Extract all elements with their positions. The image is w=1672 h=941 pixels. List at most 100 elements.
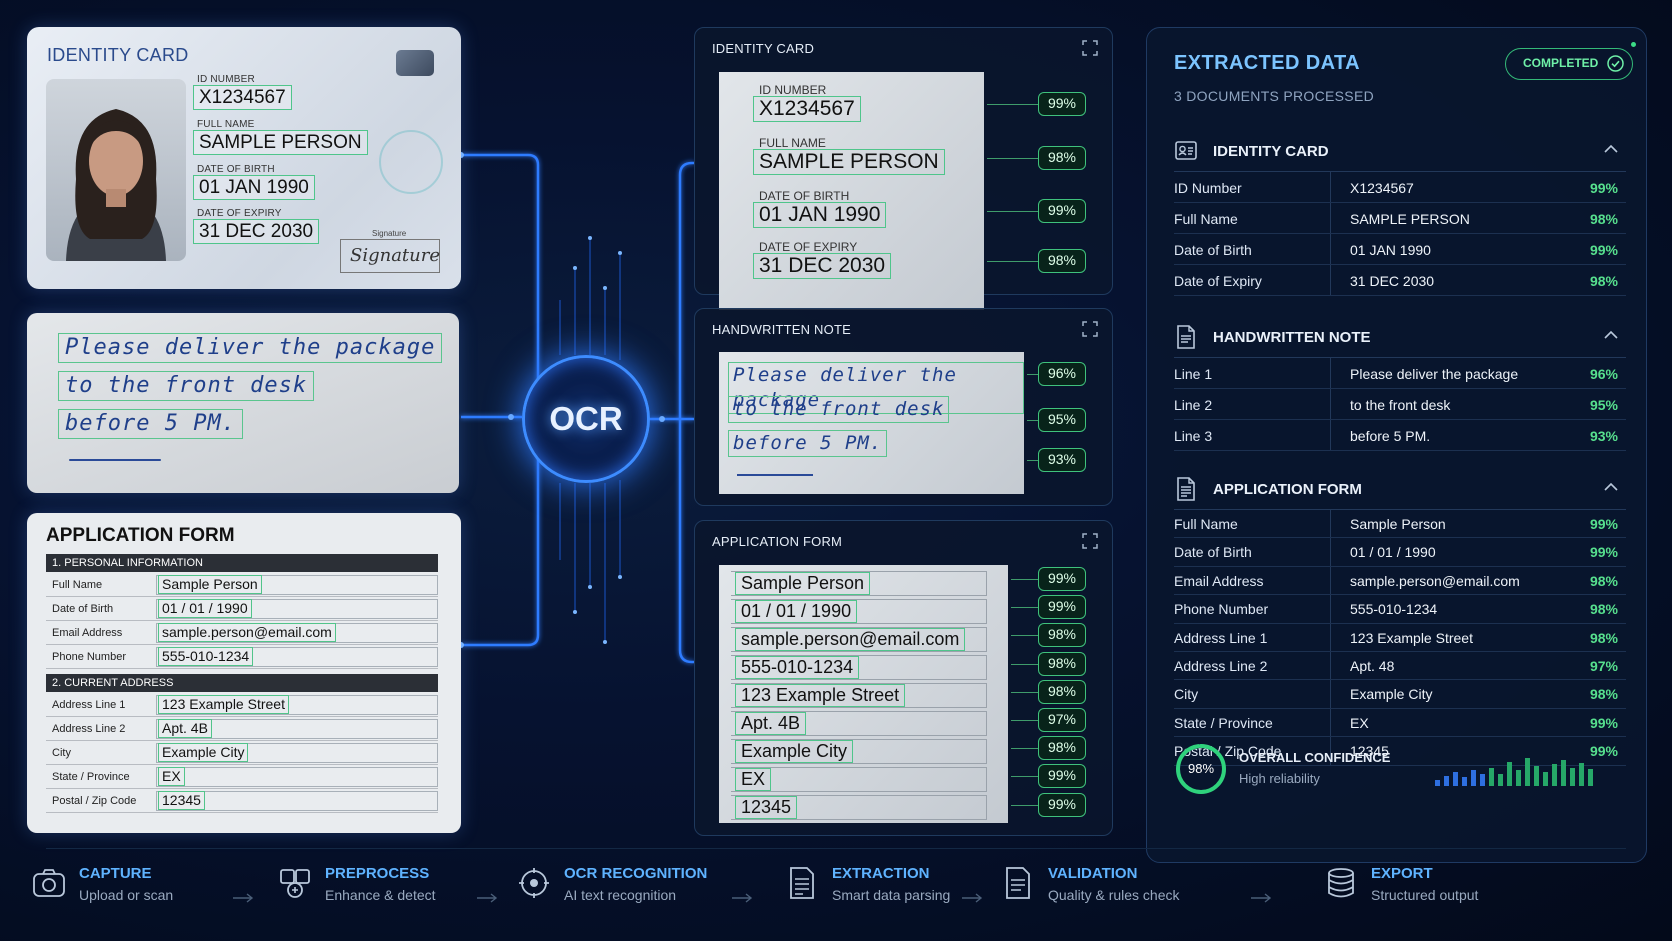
arrow-right-icon — [732, 893, 753, 903]
step-desc: Enhance & detect — [325, 887, 436, 903]
pipeline-step-export[interactable]: EXPORT Structured output — [1324, 862, 1524, 922]
field-confidence: 99% — [1589, 714, 1618, 731]
field-key: City — [1174, 686, 1199, 703]
ocr-icon — [519, 868, 549, 898]
expand-icon[interactable] — [1082, 40, 1098, 56]
note-underline — [69, 459, 161, 461]
field-key: Date of Birth — [1174, 544, 1252, 561]
field-key: Line 2 — [1174, 397, 1213, 413]
field-key: Address Line 2 — [1174, 658, 1268, 674]
status-text: COMPLETED — [1523, 56, 1599, 70]
confidence-connector — [1011, 804, 1038, 806]
confidence-badge: 98% — [1038, 249, 1086, 273]
field-confidence: 99% — [1589, 180, 1618, 196]
data-row: Address Line 2 Apt. 48 97% — [1174, 652, 1626, 681]
crop-label: ID NUMBER — [759, 83, 827, 97]
field-confidence: 93% — [1589, 428, 1618, 444]
status-badge: COMPLETED — [1505, 48, 1633, 80]
field-key: Date of Expiry — [1174, 273, 1262, 289]
confidence-badge: 99% — [1038, 792, 1086, 817]
section-header[interactable]: IDENTITY CARD — [1174, 132, 1626, 172]
data-row: ID Number X1234567 99% — [1174, 172, 1626, 203]
panel-handwritten-note: HANDWRITTEN NOTE Please deliver the pack… — [694, 308, 1113, 506]
confidence-connector — [1011, 607, 1038, 609]
pipeline-step-extraction[interactable]: EXTRACTION Smart data parsing — [785, 862, 985, 922]
step-desc: Quality & rules check — [1048, 887, 1180, 903]
data-row: Full Name SAMPLE PERSON 98% — [1174, 203, 1626, 234]
chevron-up-icon[interactable] — [1604, 144, 1618, 154]
data-row: Line 2 to the front desk 95% — [1174, 389, 1626, 420]
confidence-badge: 96% — [1038, 362, 1086, 386]
hologram-seal — [379, 130, 443, 194]
field-value: Apt. 48 — [1350, 658, 1395, 674]
section-title: IDENTITY CARD — [1213, 143, 1329, 160]
expand-icon[interactable] — [1082, 321, 1098, 337]
expand-icon[interactable] — [1082, 533, 1098, 549]
data-row: Date of Expiry 31 DEC 2030 98% — [1174, 265, 1626, 296]
form-row: Phone Number 555-010-1234 — [46, 645, 438, 669]
crop-value: X1234567 — [753, 96, 861, 122]
data-row: Line 3 before 5 PM. 93% — [1174, 420, 1626, 451]
crop-label: FULL NAME — [759, 136, 826, 150]
crop-value: EX — [735, 768, 772, 791]
section-header[interactable]: APPLICATION FORM — [1174, 470, 1626, 510]
pipeline-divider — [46, 848, 1626, 849]
form-section-address: 2. CURRENT ADDRESS — [46, 674, 438, 692]
id-card-crop: ID NUMBER X1234567 FULL NAME SAMPLE PERS… — [719, 72, 984, 310]
signature-text: Signature — [350, 245, 441, 266]
expiry-value: 31 DEC 2030 — [193, 219, 320, 244]
full-name-label: FULL NAME — [197, 119, 255, 130]
chevron-up-icon[interactable] — [1604, 482, 1618, 492]
confidence-connector — [1027, 460, 1038, 461]
data-row: Date of Birth 01 / 01 / 1990 99% — [1174, 538, 1626, 567]
form-row: Email Address sample.person@email.com — [46, 621, 438, 645]
form-crop: Sample Person 01 / 01 / 1990 sample.person… — [719, 565, 1008, 823]
section-title: APPLICATION FORM — [1213, 481, 1362, 498]
data-row: State / Province EX 99% — [1174, 708, 1626, 738]
field-value: 123 Example Street — [1350, 629, 1473, 646]
confidence-connector — [1011, 776, 1038, 778]
chevron-up-icon[interactable] — [1604, 330, 1618, 340]
section-header[interactable]: HANDWRITTEN NOTE — [1174, 318, 1626, 358]
form-title: APPLICATION FORM — [46, 525, 235, 546]
note-line-1: Please deliver the package — [58, 333, 443, 363]
pipeline-step-validation[interactable]: VALIDATION Quality & rules check — [1001, 862, 1201, 922]
documents-processed: 3 DOCUMENTS PROCESSED — [1174, 88, 1374, 104]
camera-icon — [33, 869, 65, 897]
data-row: Date of Birth 01 JAN 1990 99% — [1174, 234, 1626, 265]
ocr-label: OCR — [549, 400, 623, 437]
crop-value: Sample Person — [735, 572, 871, 595]
step-title: PREPROCESS — [325, 865, 430, 882]
confidence-badge: 98% — [1038, 679, 1086, 704]
pipeline-step-preprocess[interactable]: PREPROCESS Enhance & detect — [278, 862, 478, 922]
crop-value: sample.person@email.com — [735, 628, 966, 651]
field-value: Please deliver the package — [1350, 366, 1519, 382]
dob-label: DATE OF BIRTH — [197, 164, 275, 175]
field-confidence: 98% — [1589, 629, 1618, 646]
crop-value: 12345 — [735, 796, 798, 819]
pipeline-step-capture[interactable]: CAPTURE Upload or scan — [32, 862, 232, 922]
confidence-connector — [987, 158, 1038, 159]
panel-title: HANDWRITTEN NOTE — [712, 322, 851, 337]
confidence-connector — [987, 104, 1038, 105]
field-key: Date of Birth — [1174, 242, 1252, 258]
data-row: Email Address sample.person@email.com 98% — [1174, 566, 1626, 596]
field-confidence: 98% — [1589, 211, 1618, 227]
arrow-right-icon — [1251, 893, 1272, 903]
field-confidence: 98% — [1589, 273, 1618, 289]
form-icon — [1177, 477, 1195, 501]
confidence-connector — [1011, 635, 1038, 637]
form-row: Address Line 2 Apt. 4B — [46, 717, 438, 741]
field-value: before 5 PM. — [1350, 428, 1431, 444]
pipeline-step-ocr-recognition[interactable]: OCR RECOGNITION AI text recognition — [517, 862, 717, 922]
data-row: Line 1 Please deliver the package 96% — [1174, 358, 1626, 389]
field-confidence: 98% — [1589, 572, 1618, 589]
identity-card-image: IDENTITY CARD ID NUMBER X1234567 FULL NA… — [27, 27, 461, 289]
panel-identity-card: IDENTITY CARD ID NUMBER X1234567 FULL NA… — [694, 27, 1113, 310]
field-key: Email Address — [1174, 572, 1264, 589]
dob-value: 01 JAN 1990 — [193, 175, 315, 200]
form-row: Date of Birth 01 / 01 / 1990 — [46, 597, 438, 621]
crop-value: Apt. 4B — [735, 712, 807, 735]
field-key: Address Line 1 — [1174, 629, 1268, 646]
field-value: SAMPLE PERSON — [1350, 211, 1470, 227]
